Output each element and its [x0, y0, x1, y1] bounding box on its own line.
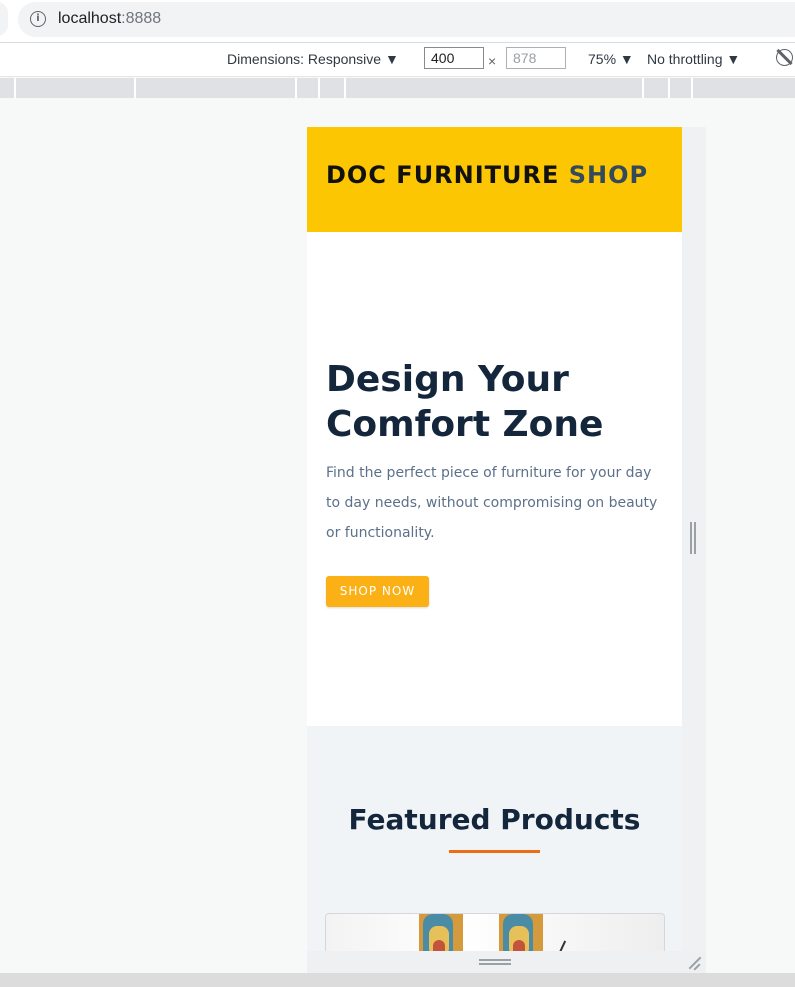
ruler-segment[interactable]	[14, 78, 16, 98]
url-text[interactable]: localhost:8888	[58, 10, 161, 28]
url-port: :8888	[121, 10, 162, 27]
device-toolbar: Dimensions: Responsive ▼ 400 × 878 75% ▼…	[0, 43, 795, 77]
ruler-segment[interactable]	[318, 78, 320, 98]
ruler-segment[interactable]	[344, 78, 346, 98]
product-image-lamp	[555, 940, 567, 951]
title-underline	[449, 850, 540, 853]
dimension-separator: ×	[488, 53, 497, 69]
width-resize-handle[interactable]	[690, 522, 696, 554]
brand-main: DOC FURNITURE	[326, 161, 560, 189]
site-logo[interactable]: DOC FURNITURE SHOP	[326, 161, 648, 189]
rotate-icon[interactable]	[776, 49, 793, 66]
site-header: DOC FURNITURE SHOP	[307, 127, 682, 232]
product-card[interactable]	[325, 913, 665, 951]
info-icon[interactable]: i	[30, 11, 46, 27]
corner-resize-handle[interactable]	[686, 955, 702, 971]
omnibox[interactable]: i localhost:8888	[18, 2, 795, 37]
viewport-height-input[interactable]: 878	[506, 47, 566, 69]
featured-products-title: Featured Products	[348, 803, 641, 836]
throttling-dropdown[interactable]: No throttling ▼	[647, 51, 740, 67]
height-resize-handle[interactable]	[479, 959, 511, 965]
ruler-segment[interactable]	[691, 78, 693, 98]
brand-accent: SHOP	[568, 161, 649, 189]
media-query-ruler	[0, 78, 795, 98]
bottom-bar	[0, 973, 795, 987]
viewport-width-input[interactable]: 400	[424, 47, 484, 69]
ruler-segment[interactable]	[134, 78, 136, 98]
ruler-segment[interactable]	[668, 78, 670, 98]
hero-description: Find the perfect piece of furniture for …	[326, 465, 658, 541]
product-image-art	[419, 914, 463, 951]
shop-now-button[interactable]: SHOP NOW	[326, 576, 429, 607]
product-image-art	[499, 914, 543, 951]
back-button-stub[interactable]	[0, 2, 8, 36]
hero-section: Design Your Comfort Zone Find the perfec…	[307, 232, 682, 726]
ruler-segment[interactable]	[642, 78, 644, 98]
ruler-segment[interactable]	[295, 78, 297, 98]
device-viewport: DOC FURNITURE SHOP Design Your Comfort Z…	[307, 127, 682, 951]
hero-title: Design Your Comfort Zone	[326, 359, 604, 445]
url-host: localhost	[58, 10, 122, 27]
browser-address-bar: i localhost:8888	[0, 0, 795, 43]
dimensions-dropdown[interactable]: Dimensions: Responsive ▼	[227, 51, 399, 67]
zoom-dropdown[interactable]: 75% ▼	[588, 51, 634, 67]
